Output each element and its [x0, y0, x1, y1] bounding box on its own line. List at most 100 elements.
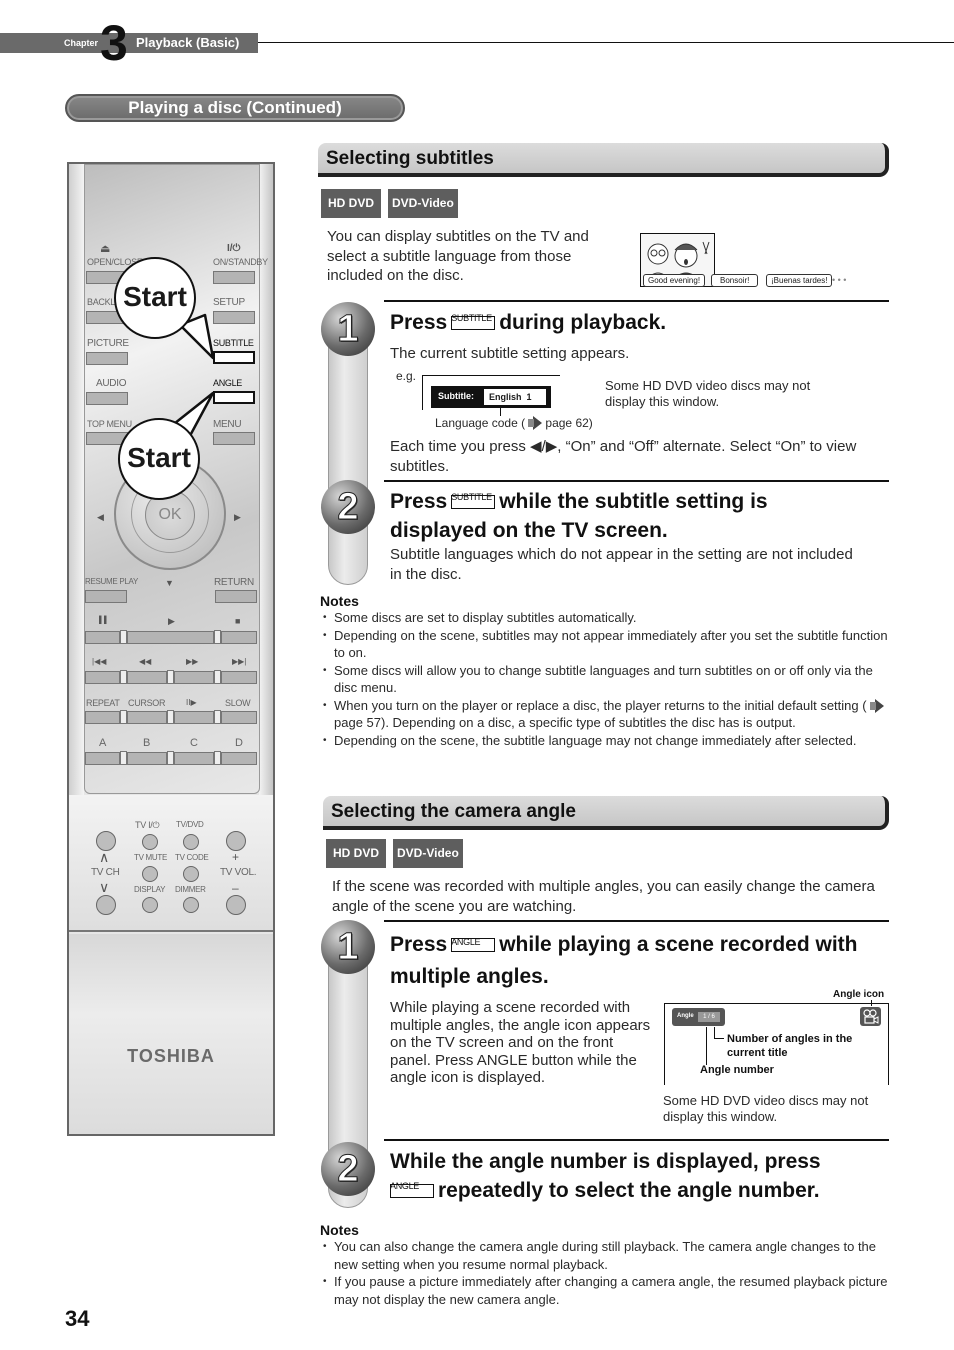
tv-ch-up-button[interactable]	[96, 831, 116, 851]
step-rail	[328, 330, 368, 585]
page-number: 34	[65, 1306, 90, 1331]
b-button[interactable]	[127, 752, 167, 765]
play-icon: ▶	[168, 616, 175, 626]
angle-icon-label: Angle icon	[833, 989, 885, 1000]
key-label: SUBTITLE	[451, 492, 492, 502]
note-item: You can also change the camera angle dur…	[320, 1238, 888, 1273]
tv-vol-down-button[interactable]	[226, 895, 246, 915]
skip-forward-button[interactable]	[221, 671, 257, 684]
angle-step-1-desc: While playing a scene recorded with mult…	[390, 999, 651, 1086]
pause-icon: ▌▌	[99, 617, 109, 624]
note-text: When you turn on the player or replace a…	[334, 697, 867, 713]
language-code-ref: Language code ( page 62)	[435, 416, 593, 430]
step-1-badge: 1	[321, 302, 375, 356]
step-text: repeatedly to select the angle number.	[438, 1179, 820, 1202]
stop-button[interactable]	[221, 631, 257, 644]
cursor-button[interactable]	[127, 711, 167, 724]
tv-vol-up-button[interactable]	[226, 831, 246, 851]
button-separator	[214, 670, 221, 684]
down-arrow-icon[interactable]: ▼	[165, 578, 174, 588]
angle-osd-value: 1 / 6	[698, 1012, 720, 1022]
tv-mute-label: TV MUTE	[134, 853, 168, 862]
tv-code-button[interactable]	[183, 866, 199, 882]
key-label: ANGLE	[390, 1181, 420, 1191]
resume-play-button[interactable]	[85, 590, 127, 603]
step-1-badge: 1	[321, 920, 375, 974]
subtitles-window-note: Some HD DVD video discs may not display …	[605, 378, 811, 409]
b-label: B	[143, 737, 151, 749]
ellipsis: • • •	[832, 275, 847, 285]
subtitles-heading: Selecting subtitles	[318, 143, 889, 177]
header-rule	[258, 42, 954, 43]
power-icon: I/⏻	[227, 243, 241, 254]
step-text: Press	[390, 311, 448, 334]
angle-heading: Selecting the camera angle	[323, 796, 889, 830]
d-label: D	[235, 737, 243, 749]
a-button[interactable]	[85, 752, 120, 765]
note-item: Some discs are set to display subtitles …	[320, 609, 888, 627]
key-label: SUBTITLE	[451, 313, 492, 323]
fast-forward-button[interactable]	[174, 671, 214, 684]
hd-dvd-badge: HD DVD	[321, 189, 382, 218]
skip-back-icon: |◀◀	[92, 657, 107, 666]
bubble-spanish: ¡Buenas tardes!	[766, 274, 833, 287]
bubble-french: Bonsoir!	[711, 274, 759, 287]
step-rule	[384, 920, 889, 922]
dimmer-button[interactable]	[183, 897, 199, 913]
eg-label: e.g.	[396, 369, 417, 383]
remote-lower-panel	[69, 934, 273, 1134]
c-button[interactable]	[174, 752, 214, 765]
frame-step-button[interactable]	[174, 711, 214, 724]
step-text: displayed on the TV screen.	[390, 519, 668, 542]
angle-intro: If the scene was recorded with multiple …	[332, 878, 875, 915]
tv-ch-down-button[interactable]	[96, 895, 116, 915]
subtitles-step-1-desc: The current subtitle setting appears.	[390, 345, 630, 362]
leader-line	[706, 1027, 707, 1065]
button-separator	[214, 630, 221, 644]
subtitles-step-1-title: Press SUBTITLE during playback.	[390, 308, 666, 337]
step-text: while the subtitle setting is	[499, 490, 768, 513]
cursor-label: CURSOR	[128, 698, 166, 708]
hd-dvd-badge: HD DVD	[326, 839, 387, 868]
rewind-button[interactable]	[127, 671, 167, 684]
note-item: Some discs will allow you to change subt…	[320, 662, 888, 697]
slow-button[interactable]	[221, 711, 257, 724]
right-arrow-icon[interactable]: ▶	[234, 512, 241, 523]
note-item: When you turn on the player or replace a…	[320, 697, 888, 732]
tv-dvd-button[interactable]	[183, 834, 199, 850]
step-text: multiple angles.	[390, 965, 549, 988]
angle-window-note: Some HD DVD video discs may not display …	[663, 1093, 869, 1124]
pause-button[interactable]	[85, 631, 120, 644]
repeat-button[interactable]	[85, 711, 120, 724]
step-2-badge: 2	[321, 1142, 375, 1196]
skip-back-button[interactable]	[85, 671, 120, 684]
tv-mute-button[interactable]	[142, 866, 158, 882]
d-button[interactable]	[221, 752, 257, 765]
start-callout-angle: Start	[118, 418, 200, 500]
step-text: While the angle number is displayed, pre…	[390, 1150, 821, 1173]
play-button[interactable]	[127, 631, 214, 644]
repeat-label: REPEAT	[86, 698, 120, 708]
angle-key-icon: ANGLE	[390, 1181, 434, 1198]
left-arrow-icon[interactable]: ◀	[97, 512, 104, 523]
step-text: during playback.	[499, 311, 667, 334]
skip-forward-icon: ▶▶|	[232, 657, 247, 666]
note-text: page 57). Depending on a disc, a specifi…	[334, 715, 796, 730]
tv-code-label: TV CODE	[175, 853, 209, 862]
tv-ch-label: TV CH	[91, 867, 120, 878]
a-label: A	[99, 737, 107, 749]
return-button[interactable]	[215, 590, 257, 603]
button-separator	[120, 751, 127, 765]
button-separator	[214, 710, 221, 724]
fast-forward-icon: ▶▶	[186, 657, 199, 666]
subtitles-notes: Notes Some discs are set to display subt…	[320, 593, 888, 749]
minus-icon: –	[232, 881, 239, 895]
note-item: Depending on the scene, the subtitle lan…	[320, 732, 888, 750]
subtitle-osd: Subtitle: English 1	[431, 386, 551, 408]
osd-label: Subtitle:	[438, 391, 474, 401]
button-separator	[120, 670, 127, 684]
frame-step-icon: II▶	[186, 698, 197, 707]
display-button[interactable]	[142, 897, 158, 913]
tv-power-button[interactable]	[142, 834, 158, 850]
button-separator	[120, 630, 127, 644]
